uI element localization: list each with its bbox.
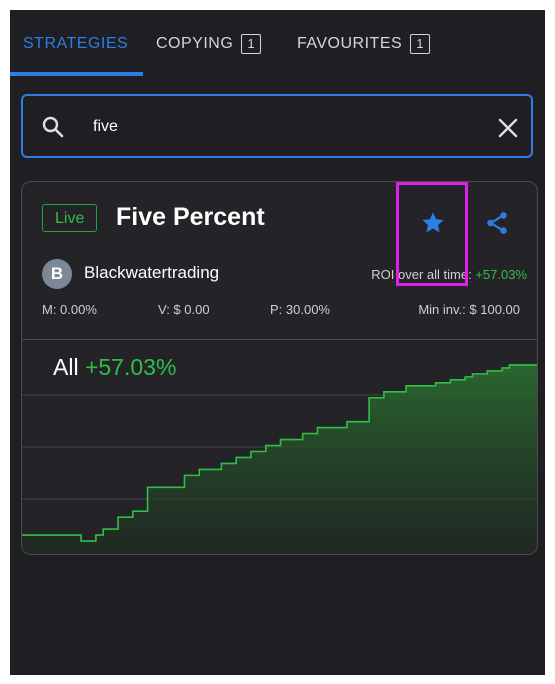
roi-value: +57.03% xyxy=(475,267,527,282)
share-icon[interactable] xyxy=(484,210,510,241)
search-box xyxy=(21,94,533,158)
strategy-name: Five Percent xyxy=(116,203,265,231)
chart-value: +57.03% xyxy=(84,354,177,380)
strategy-card[interactable]: Live Five Percent B Blackwatertrading RO… xyxy=(21,181,538,555)
tab-strategies-label: STRATEGIES xyxy=(23,35,129,52)
active-tab-indicator xyxy=(10,72,143,76)
chart-summary: All +57.03% xyxy=(53,354,176,381)
stat-m: M: 0.00% xyxy=(42,302,97,317)
stat-v: V: $ 0.00 xyxy=(158,302,210,317)
strategy-stats: M: 0.00% V: $ 0.00 P: 30.00% Min inv.: $… xyxy=(42,302,520,322)
tab-favourites[interactable]: FAVOURITES 1 xyxy=(297,32,431,56)
trader-name[interactable]: Blackwatertrading xyxy=(84,263,219,283)
roi-summary: ROI over all time: +57.03% xyxy=(371,267,527,282)
chart-period: All xyxy=(53,354,79,380)
tab-copying[interactable]: COPYING 1 xyxy=(156,32,262,56)
tab-favourites-count: 1 xyxy=(410,34,431,54)
clear-search-icon[interactable] xyxy=(498,118,518,143)
tab-strategies[interactable]: STRATEGIES xyxy=(23,32,128,56)
performance-chart: All +57.03% xyxy=(22,339,537,554)
avatar: B xyxy=(42,259,72,289)
roi-label: ROI over all time: xyxy=(371,267,472,282)
tab-copying-count: 1 xyxy=(241,34,262,54)
status-badge: Live xyxy=(42,204,98,232)
favourite-star-icon[interactable] xyxy=(420,210,446,241)
stat-min-inv: Min inv.: $ 100.00 xyxy=(418,302,520,317)
chart-area-fill xyxy=(22,364,537,554)
search-input[interactable] xyxy=(91,112,455,142)
app-screen: STRATEGIES COPYING 1 FAVOURITES 1 Live xyxy=(10,10,545,675)
tab-favourites-label: FAVOURITES xyxy=(297,35,403,52)
tab-copying-label: COPYING xyxy=(156,35,234,52)
tab-bar: STRATEGIES COPYING 1 FAVOURITES 1 xyxy=(10,10,545,76)
search-icon xyxy=(41,115,65,144)
stat-p: P: 30.00% xyxy=(270,302,330,317)
